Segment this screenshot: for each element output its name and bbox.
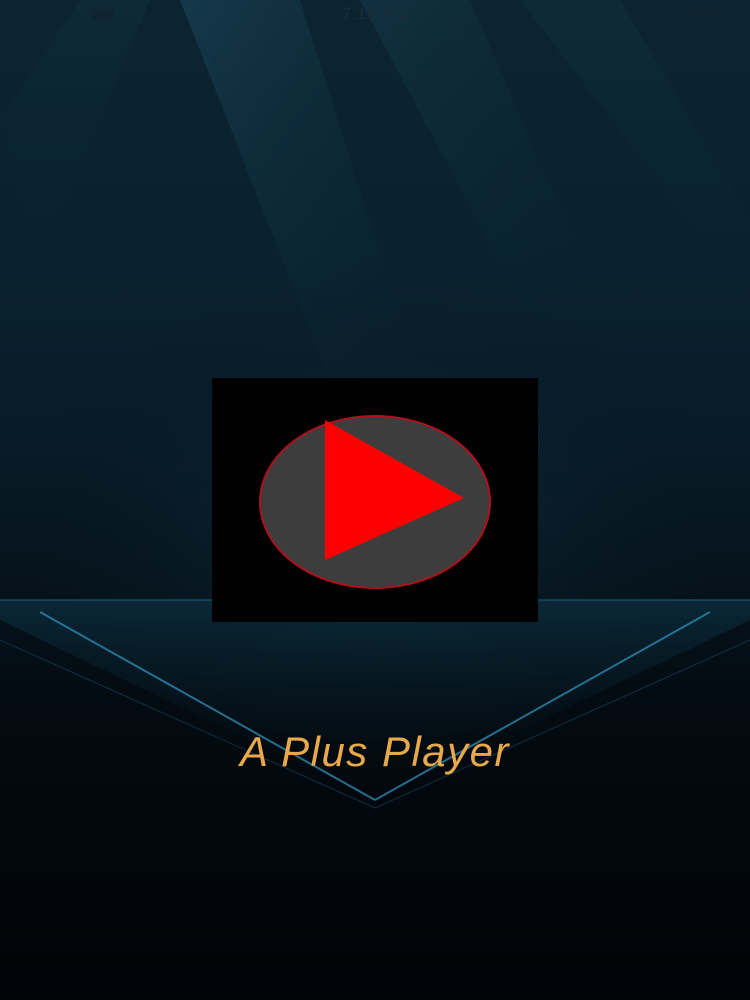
splash-screen: 7:18 PM A Plus Player xyxy=(0,0,750,1000)
app-logo xyxy=(212,378,538,622)
status-bar: 7:18 PM xyxy=(0,0,750,30)
battery-icon xyxy=(688,9,722,19)
signal-icon xyxy=(92,9,114,19)
play-icon xyxy=(259,415,491,589)
status-time: 7:18 PM xyxy=(341,4,409,23)
app-title: A Plus Player xyxy=(239,728,511,775)
